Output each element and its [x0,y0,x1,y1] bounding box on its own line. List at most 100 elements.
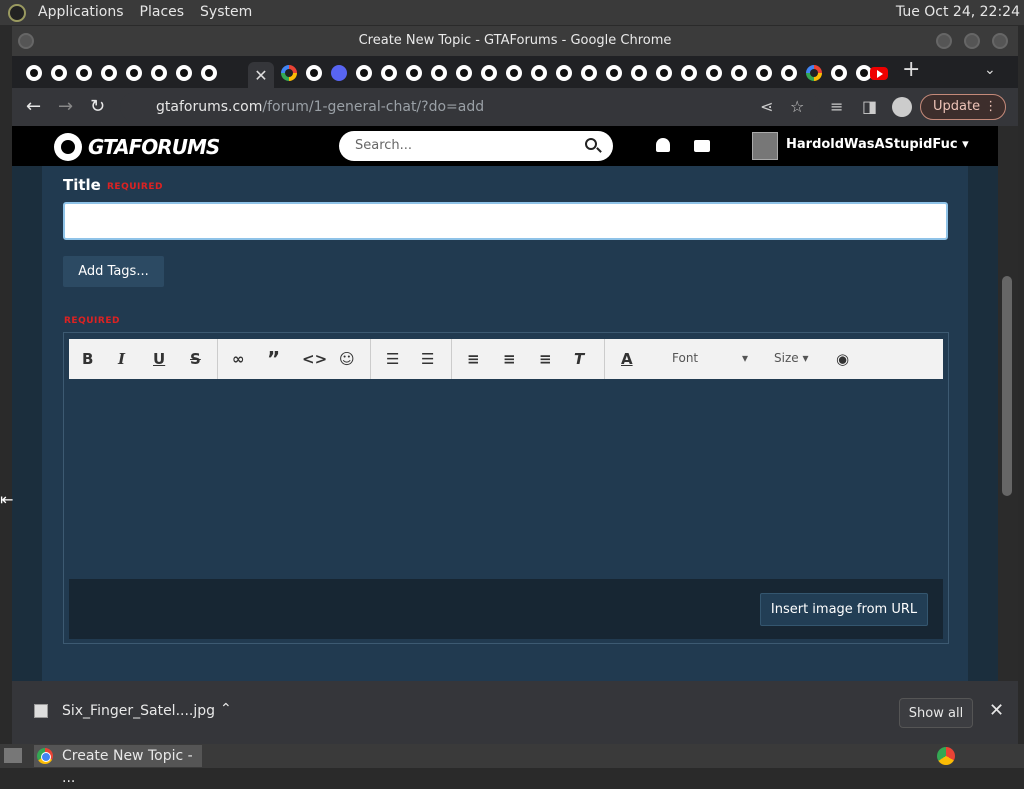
messages-envelope-icon[interactable] [694,140,710,152]
tab-google[interactable] [803,62,825,84]
tab-gtaforums[interactable] [303,62,325,84]
tab-gtaforums[interactable] [603,62,625,84]
minimize-icon[interactable] [936,33,952,49]
tab-gtaforums[interactable] [353,62,375,84]
back-button[interactable]: ← [26,96,41,117]
tab-gtaforums[interactable] [778,62,800,84]
tab-gtaforums[interactable] [123,62,145,84]
tab-search-button[interactable]: ⌄ [984,62,996,78]
tab-gtaforums[interactable] [73,62,95,84]
gtaforums-favicon-icon [606,65,622,81]
editor-body[interactable] [69,379,943,579]
new-tab-button[interactable]: + [902,57,920,82]
tab-gtaforums[interactable] [403,62,425,84]
tab-gtaforums[interactable] [678,62,700,84]
chrome-tray-icon[interactable] [937,747,955,765]
tab-gtaforums[interactable] [703,62,725,84]
tab-strip: ✕ [12,56,1018,88]
media-control-icon[interactable]: ≡ [830,97,843,116]
gtaforums-favicon-icon [431,65,447,81]
close-shelf-icon[interactable]: ✕ [989,700,1004,721]
font-dropdown[interactable]: Font ▾ [672,351,748,365]
distro-logo-icon[interactable] [8,3,26,22]
tab-gtaforums[interactable] [553,62,575,84]
size-dropdown-label: Size [774,351,799,365]
menu-system[interactable]: System [192,0,260,25]
bold-button[interactable]: B [82,350,93,368]
emoji-icon[interactable]: ☺ [339,350,355,368]
tab-gtaforums[interactable] [828,62,850,84]
italic-button[interactable]: I [118,350,125,368]
address-bar[interactable]: gtaforums.com/forum/1-general-chat/?do=a… [120,92,820,122]
code-icon[interactable]: <> [302,350,327,368]
tab-gtaforums[interactable] [48,62,70,84]
tab-gtaforums[interactable] [378,62,400,84]
show-all-button[interactable]: Show all [899,698,973,728]
text-color-icon[interactable]: A [621,350,633,368]
tab-gtaforums[interactable] [428,62,450,84]
menu-applications[interactable]: Applications [30,0,132,25]
reload-button[interactable]: ↻ [90,96,105,117]
align-right-icon[interactable]: ≡ [539,350,552,368]
tab-gtaforums[interactable] [23,62,45,84]
tab-gtaforums[interactable] [753,62,775,84]
link-icon[interactable]: ∞ [232,350,245,368]
show-desktop-icon[interactable] [4,748,22,763]
align-left-icon[interactable]: ≡ [467,350,480,368]
tab-gtaforums[interactable] [578,62,600,84]
strikethrough-button[interactable]: S [190,350,201,368]
site-logo[interactable]: GTAFORUMS [54,133,220,161]
tab-youtube[interactable] [868,62,890,84]
tab-gtaforums[interactable] [453,62,475,84]
bookmark-star-icon[interactable]: ☆ [790,97,804,116]
tab-gtaforums[interactable] [653,62,675,84]
user-avatar[interactable] [752,132,778,160]
clock[interactable]: Tue Oct 24, 22:24 [896,0,1020,25]
underline-button[interactable]: U [153,350,165,368]
tab-gtaforums[interactable] [98,62,120,84]
numbered-list-icon[interactable]: ☰ [421,350,434,368]
tab-discord[interactable] [328,62,350,84]
side-panel-icon[interactable]: ◨ [862,97,877,116]
tab-gtaforums[interactable] [503,62,525,84]
taskbar-window-button[interactable]: Create New Topic - ... [34,745,202,786]
page-scrollbar[interactable] [998,126,1018,681]
tab-gtaforums[interactable] [173,62,195,84]
clear-format-icon[interactable]: T [574,350,584,368]
download-item[interactable]: Six_Finger_Satel....jpg [62,703,215,719]
scrollbar-thumb[interactable] [1002,276,1012,496]
share-icon[interactable]: ⋖ [760,97,773,116]
profile-avatar-icon[interactable] [892,97,912,117]
tab-google[interactable] [278,62,300,84]
tab-close-icon[interactable]: ✕ [254,66,267,85]
forward-button[interactable]: → [58,96,73,117]
tab-gtaforums[interactable] [528,62,550,84]
tab-gtaforums[interactable] [628,62,650,84]
align-center-icon[interactable]: ≡ [503,350,516,368]
update-button[interactable]: Update ⋮ [920,94,1006,120]
tab-gtaforums[interactable] [148,62,170,84]
close-window-icon[interactable] [992,33,1008,49]
quote-icon[interactable]: ” [267,347,280,371]
search-icon[interactable] [585,138,597,150]
bulleted-list-icon[interactable]: ☰ [386,350,399,368]
title-input[interactable] [63,202,948,240]
notifications-bell-icon[interactable] [656,138,670,152]
gtaforums-favicon-icon [656,65,672,81]
chevron-up-icon[interactable]: ⌃ [220,701,232,717]
size-dropdown[interactable]: Size ▾ [774,351,808,365]
window-menu-icon[interactable] [18,33,34,49]
search-input[interactable]: Search... [339,131,613,161]
preview-eye-icon[interactable]: ◉ [836,350,849,368]
tab-active[interactable]: ✕ [248,62,274,88]
insert-image-url-button[interactable]: Insert image from URL [760,593,928,626]
tab-gtaforums[interactable] [728,62,750,84]
menu-places[interactable]: Places [132,0,193,25]
add-tags-button[interactable]: Add Tags... [63,256,164,287]
tab-gtaforums[interactable] [478,62,500,84]
user-menu[interactable]: HardoldWasAStupidFuc ▾ [786,137,969,152]
site-header: GTAFORUMS Search... HardoldWasAStupidFuc… [12,126,998,166]
window-titlebar[interactable]: Create New Topic - GTAForums - Google Ch… [12,26,1018,56]
maximize-icon[interactable] [964,33,980,49]
tab-gtaforums[interactable] [198,62,220,84]
